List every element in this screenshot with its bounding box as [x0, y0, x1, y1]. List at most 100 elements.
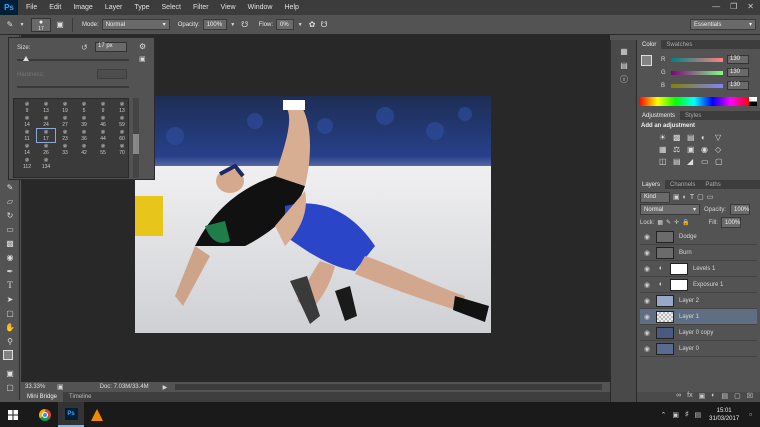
eye-icon[interactable]: ◉: [640, 297, 654, 305]
restore-icon[interactable]: ❐: [730, 2, 737, 11]
volume-icon[interactable]: ♯: [685, 411, 689, 418]
eye-icon[interactable]: ◉: [640, 329, 654, 337]
layer-row[interactable]: ◉ Burn: [640, 245, 757, 261]
windows-start-icon[interactable]: [0, 402, 26, 427]
eraser-icon[interactable]: ▭: [0, 222, 20, 236]
tab-mini-bridge[interactable]: Mini Bridge: [21, 392, 64, 402]
new-layer-icon[interactable]: ▢: [734, 392, 741, 402]
color-swatches[interactable]: [0, 348, 20, 366]
menu-help[interactable]: Help: [285, 4, 299, 11]
lock-position-icon[interactable]: ✛: [674, 219, 679, 226]
black-white-ramp[interactable]: [749, 97, 757, 106]
workspace-dropdown[interactable]: Essentials ▾: [690, 19, 756, 30]
brush-preset-item[interactable]: ✵ 39: [75, 115, 93, 128]
zoom-level[interactable]: 33.33%: [25, 384, 51, 390]
opacity-field[interactable]: 100%: [202, 19, 227, 30]
path-selection-icon[interactable]: ➤: [0, 292, 20, 306]
mode-dropdown[interactable]: Normal ▾: [101, 19, 170, 30]
brush-preset-item[interactable]: ✵ 17: [36, 128, 56, 143]
properties-icon[interactable]: ▤: [611, 58, 637, 72]
brush-preset-item[interactable]: ✵ 46: [94, 115, 112, 128]
fx-icon[interactable]: fx: [687, 392, 692, 402]
exposure-icon[interactable]: ◐: [701, 133, 713, 142]
channel-mixer-icon[interactable]: ◇: [715, 145, 727, 154]
screen-mode-icon[interactable]: ▢: [0, 380, 20, 394]
minimize-icon[interactable]: —: [712, 2, 720, 11]
type-filter-icon[interactable]: T: [690, 194, 694, 201]
layer-row[interactable]: ◉ ◐ Levels 1: [640, 261, 757, 277]
gradient-icon[interactable]: ▩: [0, 236, 20, 250]
size-slider[interactable]: [17, 59, 129, 61]
eye-icon[interactable]: ◉: [640, 233, 654, 241]
chevron-down-icon[interactable]: ▼: [227, 19, 239, 31]
rectangle-icon[interactable]: ▢: [0, 306, 20, 320]
color-balance-icon[interactable]: ⚖: [673, 145, 685, 154]
brush-preset-item[interactable]: ✵ 112: [18, 157, 36, 170]
horizontal-scrollbar[interactable]: [175, 384, 602, 390]
threshold-icon[interactable]: ◢: [687, 157, 699, 166]
brush-grid-scrollbar[interactable]: [133, 98, 139, 178]
kind-filter-dropdown[interactable]: Kind: [640, 191, 670, 203]
layer-opacity-field[interactable]: 100%: [730, 204, 751, 215]
tab-paths[interactable]: Paths: [700, 180, 725, 189]
menu-window[interactable]: Window: [248, 4, 273, 11]
smart-filter-icon[interactable]: ▭: [707, 193, 714, 201]
eye-icon[interactable]: ◉: [640, 313, 654, 321]
dodge-icon[interactable]: ◉: [0, 250, 20, 264]
flow-field[interactable]: 0%: [276, 19, 295, 30]
brush-preset-item[interactable]: ✵ 33: [56, 143, 74, 156]
tab-layers[interactable]: Layers: [637, 180, 666, 189]
clone-stamp-icon[interactable]: ▱: [0, 194, 20, 208]
brush-preset-item[interactable]: ✵ 42: [75, 143, 93, 156]
brush-preset-item[interactable]: ✵ 13: [37, 101, 55, 114]
hue-saturation-icon[interactable]: ▦: [659, 145, 671, 154]
pixel-filter-icon[interactable]: ▣: [673, 193, 680, 201]
black-white-icon[interactable]: ▣: [687, 145, 699, 154]
brush-preset-item[interactable]: ✵ 36: [75, 129, 93, 142]
gradient-map-icon[interactable]: ▭: [701, 157, 713, 166]
status-menu-arrow-icon[interactable]: ▶: [163, 384, 168, 391]
channel-slider[interactable]: [671, 83, 723, 88]
eye-icon[interactable]: ◉: [640, 265, 654, 273]
brush-icon[interactable]: ✎: [0, 180, 20, 194]
invert-icon[interactable]: ◫: [659, 157, 671, 166]
menu-select[interactable]: Select: [162, 4, 181, 11]
layer-row[interactable]: ◉ ◐ Exposure 1: [640, 277, 757, 293]
tray-chevron-icon[interactable]: ⌃: [661, 411, 667, 419]
eye-icon[interactable]: ◉: [640, 345, 654, 353]
menu-view[interactable]: View: [221, 4, 236, 11]
adjustment-filter-icon[interactable]: ◐: [683, 194, 687, 201]
chrome-icon[interactable]: [32, 402, 58, 427]
foreground-color-swatch[interactable]: [641, 55, 652, 66]
history-brush-icon[interactable]: ↻: [0, 208, 20, 222]
vlc-icon[interactable]: [84, 402, 110, 427]
airbrush-icon[interactable]: ✿: [306, 19, 318, 31]
channel-slider[interactable]: [671, 57, 723, 62]
eye-icon[interactable]: ◉: [640, 281, 654, 289]
pen-icon[interactable]: ✒: [0, 264, 20, 278]
brush-preset-item[interactable]: ✵ 59: [113, 115, 131, 128]
selective-color-icon[interactable]: ▢: [715, 157, 727, 166]
tab-adjustments[interactable]: Adjustments: [637, 111, 681, 120]
info-icon[interactable]: ⓘ: [611, 72, 637, 86]
brush-panel-toggle-icon[interactable]: ▣: [54, 19, 66, 31]
photo-filter-icon[interactable]: ◉: [701, 145, 713, 154]
brush-preset-item[interactable]: ✵ 19: [56, 101, 74, 114]
brush-preset-item[interactable]: ✵ 14: [18, 143, 36, 156]
language-icon[interactable]: ▤: [695, 411, 702, 419]
blend-mode-dropdown[interactable]: Normal ▾: [640, 204, 700, 215]
brush-preset-item[interactable]: ✵ 24: [37, 115, 55, 128]
brush-preset-item[interactable]: ✵ 9: [94, 101, 112, 114]
brush-preset-item[interactable]: ✵ 14: [18, 115, 36, 128]
eye-icon[interactable]: ◉: [640, 249, 654, 257]
zoom-icon[interactable]: ⚲: [0, 334, 20, 348]
chevron-down-icon[interactable]: ▼: [294, 19, 306, 31]
brush-preset-item[interactable]: ✵ 55: [94, 143, 112, 156]
brush-preset-item[interactable]: ✵ 5: [75, 101, 93, 114]
brush-preset-item[interactable]: ✵ 27: [56, 115, 74, 128]
brush-preset-grid[interactable]: ✵ 9 ✵ 13 ✵ 19 ✵ 5 ✵ 9 ✵ 13 ✵ 14 ✵ 24 ✵ 27 ✵ 39 ✵ 46 ✵ 59 ✵ 11 ✵ 17 ✵…: [13, 98, 129, 178]
menu-edit[interactable]: Edit: [49, 4, 61, 11]
reset-icon[interactable]: ↺: [81, 43, 88, 52]
brush-preset-item[interactable]: ✵ 26: [37, 143, 55, 156]
lock-all-icon[interactable]: 🔒: [682, 219, 689, 226]
